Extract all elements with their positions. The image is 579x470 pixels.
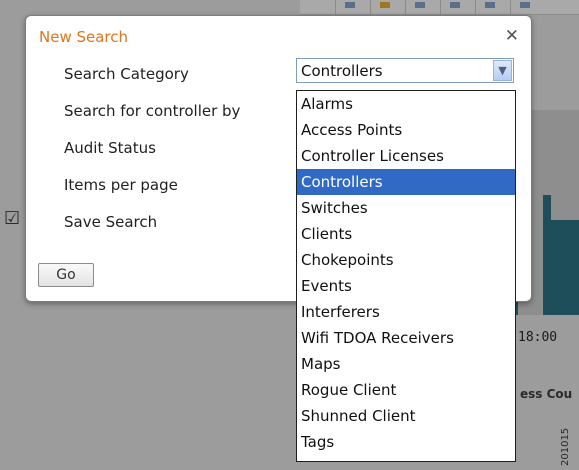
chevron-down-icon[interactable]: ▼ <box>493 60 512 81</box>
toolbar-divider <box>440 0 441 14</box>
dropdown-option[interactable]: Events <box>297 273 515 299</box>
toolbar-icon <box>485 2 495 8</box>
dropdown-option[interactable]: Wifi TDOA Receivers <box>297 325 515 351</box>
chart-bar <box>543 195 551 315</box>
dialog-title: New Search <box>39 28 129 46</box>
toolbar-icon <box>345 2 355 8</box>
dropdown-option[interactable]: Switches <box>297 195 515 221</box>
toolbar-icon <box>520 2 530 8</box>
chart-time-label: 18:00 <box>518 330 558 345</box>
search-category-label: Search Category <box>64 65 189 83</box>
dropdown-option[interactable]: Access Points <box>297 117 515 143</box>
dropdown-option[interactable]: Shunned Client <box>297 403 515 429</box>
toolbar-icon <box>415 2 425 8</box>
toolbar-divider <box>475 0 476 14</box>
image-watermark: 201015 <box>560 427 571 466</box>
search-category-select[interactable]: Controllers ▼ <box>296 58 514 83</box>
dropdown-option[interactable]: Controller Licenses <box>297 143 515 169</box>
select-value: Controllers <box>301 62 383 80</box>
go-button[interactable]: Go <box>38 263 94 287</box>
dropdown-option[interactable]: Rogue Client <box>297 377 515 403</box>
dropdown-option[interactable]: Controllers <box>297 169 515 195</box>
toolbar-icon <box>450 2 460 8</box>
chart-legend-fragment: ess Cou <box>520 387 573 401</box>
close-icon[interactable]: ✕ <box>505 26 519 46</box>
search-for-controller-by-label: Search for controller by <box>64 102 241 120</box>
dropdown-option[interactable]: Interferers <box>297 299 515 325</box>
toolbar-divider <box>510 0 511 14</box>
search-category-dropdown: Alarms Access Points Controller Licenses Co… <box>296 90 516 462</box>
background-toolbar <box>300 0 579 15</box>
dropdown-option[interactable]: Tags <box>297 429 515 455</box>
items-per-page-label: Items per page <box>64 176 178 194</box>
checkbox-icon: ☑ <box>4 208 21 229</box>
toolbar-icon <box>380 2 390 8</box>
save-search-label: Save Search <box>64 213 158 231</box>
dropdown-option[interactable]: Maps <box>297 351 515 377</box>
audit-status-label: Audit Status <box>64 139 156 157</box>
dropdown-option[interactable]: Alarms <box>297 91 515 117</box>
dropdown-option[interactable]: Chokepoints <box>297 247 515 273</box>
toolbar-divider <box>335 0 336 14</box>
chart-bar <box>551 220 579 315</box>
toolbar-divider <box>405 0 406 14</box>
toolbar-divider <box>370 0 371 14</box>
dropdown-option[interactable]: Clients <box>297 221 515 247</box>
